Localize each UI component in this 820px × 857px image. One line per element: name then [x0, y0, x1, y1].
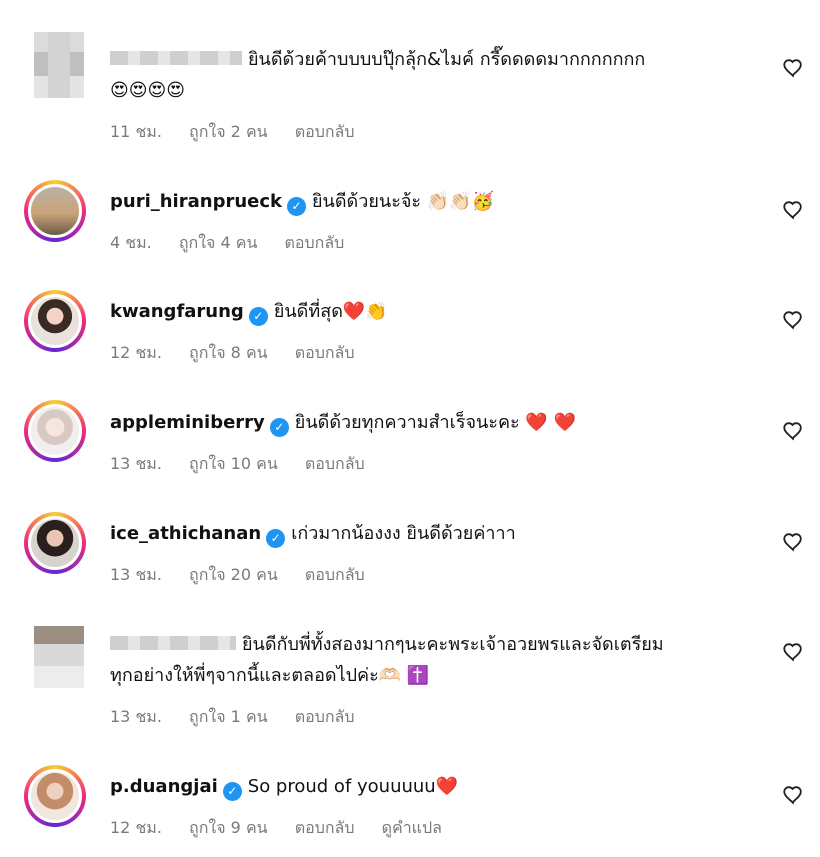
avatar[interactable] — [24, 765, 86, 827]
comment-likes[interactable]: ถูกใจ 10 คน — [189, 454, 278, 473]
comment-text: So proud of youuuuu❤️ — [247, 776, 459, 797]
comment-text: ยินดีด้วยทุกความสำเร็จนะคะ ❤️ ❤️ — [294, 412, 576, 433]
username-link[interactable]: puri_hiranprueck — [110, 191, 282, 212]
comment-time: 13 ชม. — [110, 707, 162, 726]
avatar[interactable] — [24, 512, 86, 574]
reply-button[interactable]: ตอบกลับ — [295, 707, 355, 726]
username-link[interactable]: ice_athichanan — [110, 523, 261, 544]
comment-likes[interactable]: ถูกใจ 1 คน — [189, 707, 268, 726]
username-link[interactable]: kwangfarung — [110, 301, 244, 322]
reply-button[interactable]: ตอบกลับ — [305, 454, 365, 473]
comment-likes[interactable]: ถูกใจ 4 คน — [179, 233, 258, 252]
verified-badge-icon: ✓ — [269, 418, 289, 437]
username-redacted[interactable] — [110, 636, 236, 650]
reply-button[interactable]: ตอบกลับ — [285, 233, 345, 252]
comment-text: ยินดีด้วยค้าบบบบปุ๊กลุ้ก&ไมค์ กรี๊ดดดดมา… — [248, 49, 646, 70]
comment-text: เก่วมากน้องงง ยินดีด้วยค่าาา — [291, 523, 516, 544]
reply-button[interactable]: ตอบกลับ — [305, 565, 365, 584]
verified-badge-icon: ✓ — [222, 782, 242, 801]
comment-time: 12 ชม. — [110, 818, 162, 837]
comment-text: ยินดีที่สุด❤️👏 — [273, 301, 388, 322]
reply-button[interactable]: ตอบกลับ — [295, 343, 355, 362]
comment-text: ยินดีด้วยนะจ้ะ 👏🏻👏🏻🥳 — [312, 191, 495, 212]
avatar[interactable] — [34, 32, 84, 98]
comment-time: 12 ชม. — [110, 343, 162, 362]
comment-time: 13 ชม. — [110, 454, 162, 473]
comment-time: 4 ชม. — [110, 233, 152, 252]
comment-time: 13 ชม. — [110, 565, 162, 584]
heart-outline-icon[interactable] — [782, 784, 804, 806]
verified-badge-icon: ✓ — [287, 197, 306, 216]
comment-text-line2: ทุกอย่างให้พี่ๆจากนี้และตลอดไปค่ะ🫶🏻 ✝️ — [110, 665, 430, 686]
avatar[interactable] — [24, 290, 86, 352]
verified-badge-icon: ✓ — [266, 529, 286, 548]
reply-button[interactable]: ตอบกลับ — [295, 818, 355, 837]
heart-outline-icon[interactable] — [782, 531, 804, 553]
username-link[interactable]: p.duangjai — [110, 776, 218, 797]
username-redacted[interactable] — [110, 51, 242, 65]
translate-button[interactable]: ดูคำแปล — [382, 818, 442, 837]
reply-button[interactable]: ตอบกลับ — [295, 122, 355, 141]
heart-outline-icon[interactable] — [782, 641, 804, 663]
avatar[interactable] — [24, 180, 86, 242]
comment-text-line2: 😍😍😍😍 — [110, 80, 186, 101]
avatar[interactable] — [24, 400, 86, 462]
heart-outline-icon[interactable] — [782, 199, 804, 221]
comment-likes[interactable]: ถูกใจ 2 คน — [189, 122, 268, 141]
heart-outline-icon[interactable] — [782, 57, 804, 79]
comment-text: ยินดีกับพี่ทั้งสองมากๆนะคะพระเจ้าอวยพรแล… — [242, 634, 664, 655]
verified-badge-icon: ✓ — [248, 307, 268, 326]
heart-outline-icon[interactable] — [782, 309, 804, 331]
comment-likes[interactable]: ถูกใจ 8 คน — [189, 343, 268, 362]
comment-likes[interactable]: ถูกใจ 9 คน — [189, 818, 268, 837]
username-link[interactable]: appleminiberry — [110, 412, 265, 433]
avatar[interactable] — [34, 626, 84, 688]
comment-time: 11 ชม. — [110, 122, 162, 141]
heart-outline-icon[interactable] — [782, 420, 804, 442]
comment-likes[interactable]: ถูกใจ 20 คน — [189, 565, 278, 584]
